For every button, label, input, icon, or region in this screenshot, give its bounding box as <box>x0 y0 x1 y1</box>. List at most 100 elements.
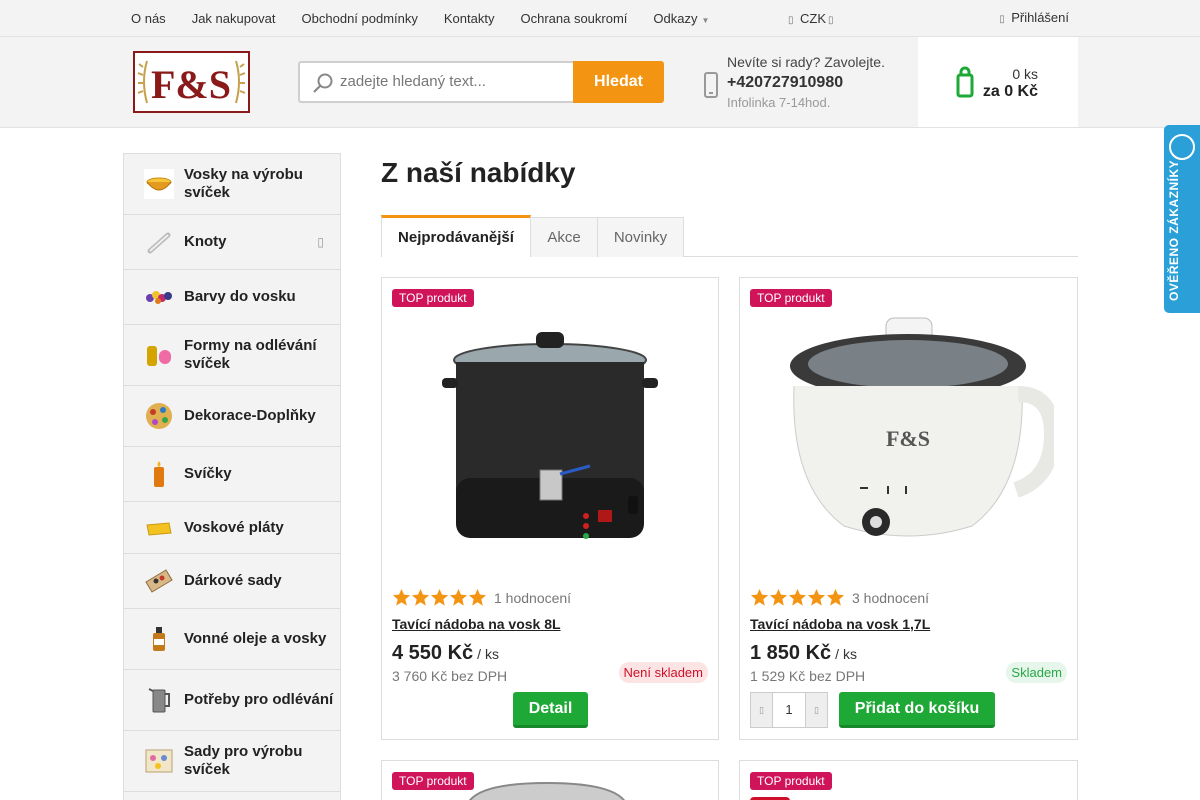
detail-button[interactable]: Detail <box>513 692 588 728</box>
sidebar-item-candle-kits[interactable]: Sady pro výrobu svíček <box>124 731 340 792</box>
star-icon <box>807 588 826 606</box>
sidebar-item-label: Vonné oleje a vosky <box>184 630 327 647</box>
candle-icon <box>154 461 164 487</box>
tab-new[interactable]: Novinky <box>597 217 684 257</box>
decrease-quantity-button[interactable]: ▯ <box>751 693 773 727</box>
search-button[interactable]: Hledat <box>573 61 664 103</box>
star-icon <box>788 588 807 606</box>
login-label: Přihlášení <box>1011 10 1069 25</box>
search-field <box>298 61 574 103</box>
rating-stars: 3 hodnocení <box>750 588 929 607</box>
dye-icon <box>146 291 172 304</box>
tab-bestsellers[interactable]: Nejprodávanější <box>381 215 531 257</box>
sidebar-item-gift-sets[interactable]: Dárkové sady <box>124 554 340 609</box>
sidebar-item-dyes[interactable]: Barvy do vosku <box>124 270 340 325</box>
sidebar-item-label: Barvy do vosku <box>184 288 296 305</box>
star-icon <box>392 588 411 606</box>
login-link[interactable]: ▯ Přihlášení <box>999 10 1069 25</box>
sidebar-item-label: Potřeby pro odlévání <box>184 691 334 708</box>
product-price: 4 550 Kč / ks <box>392 642 499 665</box>
topnav-contacts[interactable]: Kontakty <box>431 11 508 26</box>
search-icon <box>313 73 333 93</box>
sidebar-item-more[interactable] <box>124 792 340 800</box>
search-bar: Hledat <box>298 61 664 103</box>
increase-quantity-button[interactable]: ▯ <box>805 693 827 727</box>
sidebar-item-scented-oils[interactable]: Vonné oleje a vosky <box>124 609 340 670</box>
sidebar-item-molds[interactable]: Formy na odlévání svíček <box>124 325 340 386</box>
kit-icon <box>145 749 173 773</box>
product-image-melting-pot-1-7l[interactable]: F&S <box>768 314 1054 542</box>
user-icon: ▯ <box>999 14 1005 25</box>
top-product-badge: TOP produkt <box>750 772 832 790</box>
product-name-link[interactable]: Tavící nádoba na vosk 1,7L <box>750 616 930 632</box>
product-image-melting-pot-8l[interactable] <box>440 328 660 552</box>
sidebar-item-wicks[interactable]: Knoty ▯ <box>124 215 340 270</box>
star-icon <box>826 588 845 606</box>
verified-label: OVĚŘENO ZÁKAZNÍKY <box>1167 159 1181 301</box>
currency-label: CZK <box>800 11 826 26</box>
sidebar-item-waxes[interactable]: Vosky na výrobu svíček <box>124 154 340 215</box>
helpline-question: Nevíte si rady? Zavolejte. <box>727 54 885 70</box>
topnav-terms[interactable]: Obchodní podmínky <box>289 11 431 26</box>
star-icon <box>411 588 430 606</box>
star-icon <box>750 588 769 606</box>
cart-count: 0 ks <box>1012 66 1038 82</box>
product-card[interactable]: TOP produkt 1 hodnocení Tavící nádoba na… <box>381 277 719 740</box>
sidebar-item-label: Formy na odlévání svíček <box>184 337 317 372</box>
gift-set-icon <box>145 569 173 593</box>
wax-bowl-icon <box>144 169 174 199</box>
top-bar: O nás Jak nakupovat Obchodní podmínky Ko… <box>0 0 1200 37</box>
oil-bottle-icon <box>153 627 165 651</box>
topnav-links[interactable]: Odkazy ▼ <box>640 11 722 26</box>
sidebar-item-label: Voskové pláty <box>184 518 284 536</box>
top-product-badge: TOP produkt <box>392 289 474 307</box>
mold-icon <box>147 346 171 366</box>
price-unit: / ks <box>835 646 857 662</box>
product-card[interactable]: TOP produkt F&S 3 hodnocení Tavící nádob… <box>739 277 1078 740</box>
sidebar-item-wax-sheets[interactable]: Voskové pláty <box>124 502 340 554</box>
product-tabs: Nejprodávanější Akce Novinky <box>381 215 1078 257</box>
chevron-down-icon: ▯ <box>828 15 834 26</box>
price-value: 4 550 Kč <box>392 642 474 664</box>
product-price: 1 850 Kč / ks <box>750 642 857 665</box>
category-sidebar: Vosky na výrobu svíček Knoty ▯ Barvy do … <box>123 153 341 800</box>
top-product-badge: TOP produkt <box>750 289 832 307</box>
product-name-link[interactable]: Tavící nádoba na vosk 8L <box>392 616 561 632</box>
page-title: Z naší nabídky <box>381 157 576 188</box>
tab-sale[interactable]: Akce <box>530 217 598 257</box>
star-icon <box>468 588 487 606</box>
sidebar-item-label: Dekorace-Doplňky <box>184 407 316 424</box>
site-logo[interactable]: F&S <box>133 51 250 113</box>
product-card[interactable]: TOP produkt <box>739 760 1078 800</box>
sidebar-item-label: Knoty <box>184 233 227 250</box>
verified-by-customers-badge[interactable]: OVĚŘENO ZÁKAZNÍKY <box>1164 125 1200 313</box>
product-logo-text: F&S <box>886 426 930 451</box>
rating-stars: 1 hodnocení <box>392 588 571 607</box>
search-input[interactable] <box>340 73 570 90</box>
review-count[interactable]: 1 hodnocení <box>494 590 571 606</box>
product-card[interactable]: TOP produkt <box>381 760 719 800</box>
product-image[interactable] <box>462 779 632 800</box>
header: F&S Hledat Nevíte si rady? Zavolejte. +4… <box>0 37 1200 128</box>
cart-widget[interactable]: 0 ks za 0 Kč <box>918 37 1078 127</box>
sidebar-item-label: Svíčky <box>184 465 232 482</box>
topnav-privacy[interactable]: Ochrana soukromí <box>507 11 640 26</box>
verified-seal-icon <box>1169 134 1195 160</box>
helpline: Nevíte si rady? Zavolejte. +420727910980… <box>727 54 885 110</box>
cart-total: za 0 Kč <box>982 83 1038 100</box>
sidebar-item-candles[interactable]: Svíčky <box>124 447 340 502</box>
sidebar-item-decorations[interactable]: Dekorace-Doplňky <box>124 386 340 447</box>
currency-selector[interactable]: ▯ CZK ▯ <box>788 11 840 26</box>
stock-status-badge: Skladem <box>1006 662 1067 683</box>
helpline-hours: Infolinka 7-14hod. <box>727 95 831 110</box>
phone-icon <box>704 72 718 98</box>
helpline-phone[interactable]: +420727910980 <box>727 74 885 92</box>
quantity-input[interactable]: 1 <box>773 702 805 717</box>
add-to-cart-button[interactable]: Přidat do košíku <box>839 692 995 728</box>
topnav-how-to-buy[interactable]: Jak nakupovat <box>179 11 289 26</box>
topnav-about[interactable]: O nás <box>118 11 179 26</box>
review-count[interactable]: 3 hodnocení <box>852 590 929 606</box>
chevron-down-icon: ▼ <box>701 15 710 25</box>
sidebar-item-pouring-supplies[interactable]: Potřeby pro odlévání <box>124 670 340 731</box>
star-icon <box>430 588 449 606</box>
